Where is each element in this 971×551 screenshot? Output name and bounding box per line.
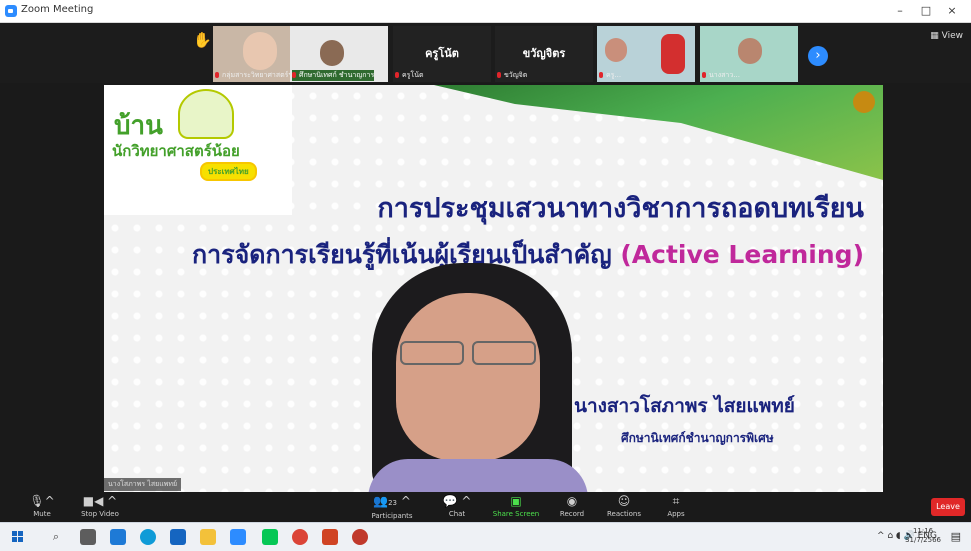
file-explorer-icon[interactable] — [200, 529, 216, 545]
participant-display-name: ครูโน้ต — [425, 47, 459, 60]
mute-button[interactable]: 🎙^ Mute — [10, 493, 74, 521]
participants-button[interactable]: 👥23 ^ Participants — [360, 493, 424, 521]
participant-name: ศึกษานิเทศก์ ชำนาญการ — [292, 70, 375, 81]
glasses-icon — [400, 341, 536, 365]
chevron-right-icon[interactable]: › — [808, 46, 828, 66]
maximize-button[interactable]: □ — [913, 2, 939, 20]
raised-hand-icon: ✋ — [193, 31, 212, 49]
participant-display-name: ขวัญจิตร — [522, 47, 566, 60]
participants-count: 23 — [388, 499, 397, 507]
edge-browser-icon[interactable] — [140, 529, 156, 545]
task-view-icon[interactable] — [80, 529, 96, 545]
stop-video-label: Stop Video — [81, 510, 119, 518]
slide-title-line1: การประชุมเสวนาทางวิชาการถอดบทเรียน — [377, 193, 864, 224]
muted-mic-icon — [395, 72, 399, 78]
chat-icon: 💬 ^ — [442, 494, 472, 508]
slide-title-english: (Active Learning) — [620, 240, 864, 269]
participant-face — [738, 38, 762, 64]
participants-icon: 👥23 ^ — [373, 494, 411, 508]
windows-start-icon[interactable] — [12, 531, 24, 543]
seal-icon — [853, 91, 875, 113]
chat-button[interactable]: 💬 ^ Chat — [425, 493, 489, 521]
logo-badge: ประเทศไทย — [200, 162, 257, 181]
apps-icon: ⌗ — [672, 494, 680, 508]
meeting-controls: 🎙^ Mute ■◀ ^ Stop Video 👥23 ^ Participan… — [0, 492, 971, 522]
window-titlebar: Zoom Meeting – □ × — [0, 0, 971, 23]
muted-mic-icon — [292, 72, 296, 78]
logo-subtitle: นักวิทยาศาสตร์น้อย — [112, 142, 240, 160]
view-label: View — [941, 31, 963, 41]
muted-mic-icon — [215, 72, 219, 78]
participant-name: ขวัญจิต — [497, 70, 527, 81]
muted-mic-icon — [702, 72, 706, 78]
view-button[interactable]: ▦ View — [930, 31, 963, 41]
participant-name: ครู... — [599, 70, 621, 81]
clock[interactable]: 11:16 31/7/2566 — [905, 527, 941, 545]
powerpoint-icon[interactable] — [322, 529, 338, 545]
video-name-label: นางโสภาพร ไสยแพทย์ — [104, 478, 182, 491]
speaker-shirt — [368, 459, 588, 492]
participant-name: ครูโน้ต — [395, 70, 424, 81]
stop-video-button[interactable]: ■◀ ^ Stop Video — [68, 493, 132, 521]
video-camera-icon: ■◀ ^ — [82, 494, 118, 508]
participant-tile[interactable]: ขวัญจิตร ขวัญจิต — [495, 26, 593, 82]
notification-icon[interactable]: ▤ — [951, 530, 961, 543]
participant-tile[interactable]: ศึกษานิเทศก์ ชำนาญการ — [290, 26, 388, 82]
mute-label: Mute — [33, 510, 51, 518]
close-button[interactable]: × — [939, 2, 965, 20]
chat-label: Chat — [448, 510, 466, 518]
windows-taskbar: ⌕ ^ ⌂ ◖ 🔊 ENG 11:16 31/7/2566 ▤ — [0, 522, 971, 551]
flask-icon — [178, 89, 234, 139]
microphone-icon: 🎙^ — [29, 494, 55, 508]
outlook-icon[interactable] — [170, 529, 186, 545]
speaker-video — [368, 263, 638, 492]
participant-name: นางสาว... — [702, 70, 740, 81]
speaker-name: นางสาวโสภาพร ไสยแพทย์ — [574, 395, 795, 417]
participant-face — [320, 40, 344, 66]
muted-mic-icon — [497, 72, 501, 78]
participant-tile[interactable]: ครู... — [597, 26, 695, 82]
apps-button[interactable]: ⌗ Apps — [644, 493, 708, 521]
apps-label: Apps — [667, 510, 685, 518]
participant-shirt — [661, 34, 685, 74]
participant-tile[interactable]: นางสาว... — [700, 26, 798, 82]
app-icon-l[interactable] — [110, 529, 126, 545]
zoom-taskbar-icon[interactable] — [230, 529, 246, 545]
speaker-position: ศึกษานิเทศก์ชำนาญการพิเศษ — [621, 431, 774, 445]
chrome-alt-icon[interactable] — [352, 529, 368, 545]
share-screen-icon: ▣ — [510, 494, 522, 508]
line-app-icon[interactable] — [262, 529, 278, 545]
leave-button[interactable]: Leave — [931, 498, 965, 516]
clock-time: 11:16 — [912, 527, 934, 535]
speaker-face — [396, 293, 540, 461]
participants-label: Participants — [371, 512, 413, 520]
shared-slide: บ้าน นักวิทยาศาสตร์น้อย ประเทศไทย การประ… — [104, 85, 883, 492]
participant-face — [243, 32, 277, 70]
participant-face — [605, 38, 627, 62]
window-title: Zoom Meeting — [21, 4, 94, 15]
minimize-button[interactable]: – — [887, 2, 913, 20]
chrome-icon[interactable] — [292, 529, 308, 545]
search-icon[interactable]: ⌕ — [48, 529, 64, 545]
muted-mic-icon — [599, 72, 603, 78]
clock-date: 31/7/2566 — [905, 536, 941, 544]
zoom-app-icon — [5, 5, 17, 17]
share-screen-label: Share Screen — [492, 510, 540, 518]
share-screen-button[interactable]: ▣ Share Screen — [484, 493, 548, 521]
participant-name: กลุ่มสาระวิทยาศาสตร์ฯ — [215, 70, 292, 81]
participant-tile[interactable]: ครูโน้ต ครูโน้ต — [393, 26, 491, 82]
